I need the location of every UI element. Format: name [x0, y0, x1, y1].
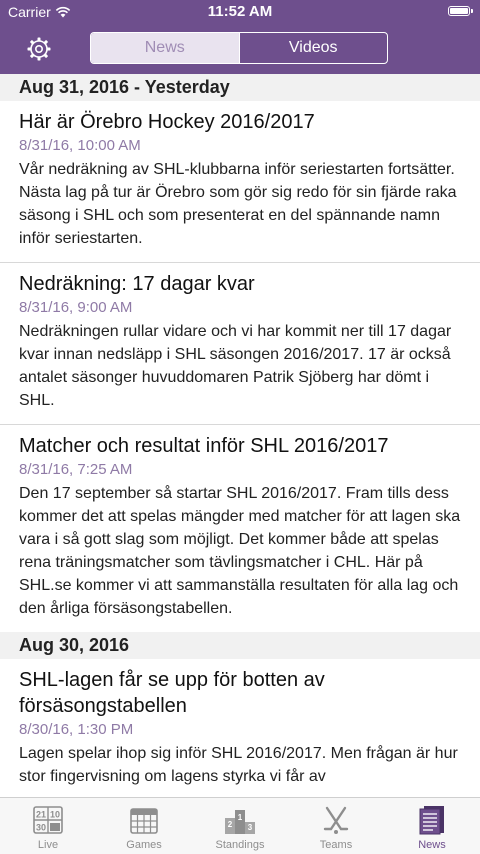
- tab-bar: 21 10 30 Live Games 1 2 3 Standings Team…: [0, 797, 480, 854]
- podium-icon: 1 2 3: [224, 804, 256, 836]
- gear-icon: [27, 37, 51, 61]
- svg-text:2: 2: [228, 820, 233, 829]
- tab-label: Teams: [319, 839, 353, 851]
- nav-header: Carrier 11:52 AM News Videos: [0, 0, 480, 74]
- segment-news[interactable]: News: [91, 33, 239, 63]
- tab-news[interactable]: News: [384, 798, 480, 854]
- news-summary: Den 17 september så startar SHL 2016/201…: [19, 485, 461, 617]
- section-header-aug-30: Aug 30, 2016: [0, 632, 480, 659]
- news-title: Matcher och resultat inför SHL 2016/2017: [19, 435, 389, 457]
- news-summary: Vår nedräkning av SHL-klubbarna inför se…: [19, 161, 457, 247]
- news-item[interactable]: Här är Örebro Hockey 2016/2017 8/31/16, …: [0, 101, 480, 263]
- tab-label: News: [418, 839, 446, 851]
- tab-label: Live: [37, 839, 59, 851]
- news-title: SHL-lagen får se upp för botten av försä…: [19, 669, 325, 717]
- calendar-icon: [128, 804, 160, 836]
- battery-icon: [448, 6, 473, 16]
- settings-button[interactable]: [24, 34, 54, 64]
- svg-text:30: 30: [36, 823, 46, 833]
- battery-level: [450, 8, 468, 14]
- svg-text:10: 10: [50, 810, 60, 820]
- status-time: 11:52 AM: [207, 3, 273, 20]
- tab-label: Standings: [215, 839, 265, 851]
- status-bar: Carrier 11:52 AM: [0, 0, 480, 24]
- news-title: Nedräkning: 17 dagar kvar: [19, 273, 255, 295]
- news-title: Här är Örebro Hockey 2016/2017: [19, 111, 315, 133]
- news-summary: Lagen spelar ihop sig inför SHL 2016/201…: [19, 745, 458, 785]
- tab-label: Games: [126, 839, 162, 851]
- svg-text:1: 1: [238, 813, 243, 822]
- scoreboard-icon: 21 10 30: [32, 804, 64, 836]
- news-item[interactable]: Nedräkning: 17 dagar kvar 8/31/16, 9:00 …: [0, 263, 480, 425]
- svg-text:3: 3: [248, 823, 253, 832]
- tab-games[interactable]: Games: [96, 798, 192, 854]
- tab-teams[interactable]: Teams: [288, 798, 384, 854]
- section-header-aug-31: Aug 31, 2016 - Yesterday: [0, 74, 480, 101]
- newspaper-icon: [416, 804, 448, 836]
- news-item[interactable]: Matcher och resultat inför SHL 2016/2017…: [0, 425, 480, 632]
- news-summary: Nedräkningen rullar vidare och vi har ko…: [19, 323, 452, 409]
- svg-text:21: 21: [36, 810, 46, 820]
- news-date: 8/31/16, 7:25 AM: [19, 461, 133, 478]
- news-item[interactable]: SHL-lagen får se upp för botten av försä…: [0, 659, 480, 797]
- news-date: 8/31/16, 10:00 AM: [19, 137, 141, 154]
- news-list[interactable]: Aug 31, 2016 - Yesterday Här är Örebro H…: [0, 74, 480, 797]
- news-videos-segmented-control: News Videos: [90, 32, 388, 64]
- news-date: 8/30/16, 1:30 PM: [19, 721, 134, 738]
- segment-videos[interactable]: Videos: [238, 33, 388, 63]
- tab-standings[interactable]: 1 2 3 Standings: [192, 798, 288, 854]
- news-date: 8/31/16, 9:00 AM: [19, 299, 133, 316]
- tab-live[interactable]: 21 10 30 Live: [0, 798, 96, 854]
- hockey-sticks-icon: [320, 804, 352, 836]
